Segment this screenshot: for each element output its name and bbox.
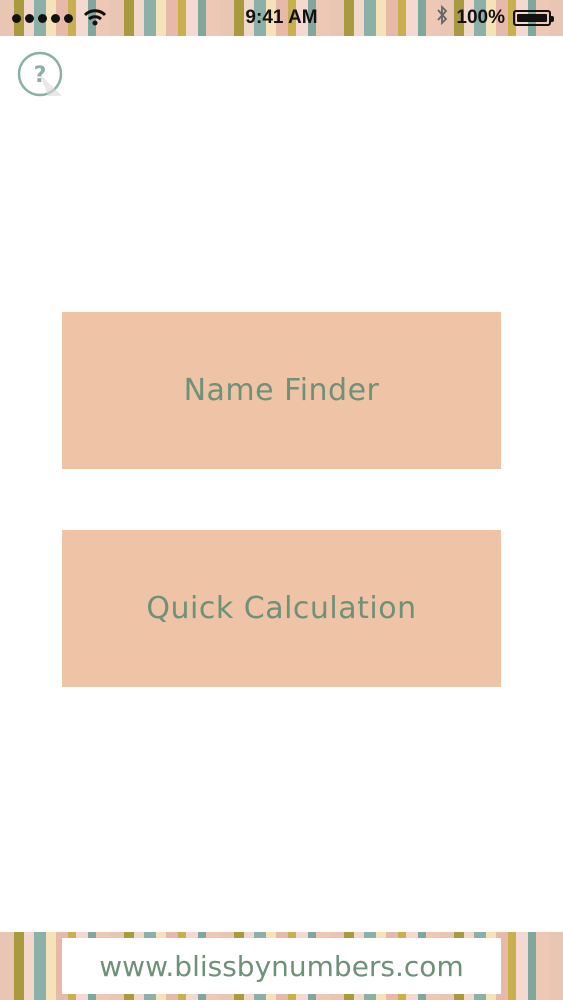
svg-text:?: ? [34,63,47,88]
signal-dots-icon [12,13,73,23]
name-finder-button[interactable]: Name Finder [62,312,501,469]
name-finder-label: Name Finder [183,373,380,408]
quick-calculation-label: Quick Calculation [146,591,417,626]
help-button[interactable]: ? [14,50,66,98]
quick-calculation-button[interactable]: Quick Calculation [62,530,501,687]
website-link[interactable]: www.blissbynumbers.com [99,950,463,983]
app-screen: 9:41 AM 100% ? Name Finder Quick Calcula… [0,0,563,1000]
status-left [12,9,107,27]
battery-icon [513,10,554,26]
status-bar: 9:41 AM 100% [0,0,563,36]
question-mark-icon: ? [17,51,63,97]
bluetooth-icon [436,4,448,31]
status-right: 100% [436,4,554,31]
footer-banner[interactable]: www.blissbynumbers.com [62,938,501,994]
status-time: 9:41 AM [245,7,318,28]
battery-percent: 100% [456,7,505,28]
wifi-icon [83,9,107,27]
